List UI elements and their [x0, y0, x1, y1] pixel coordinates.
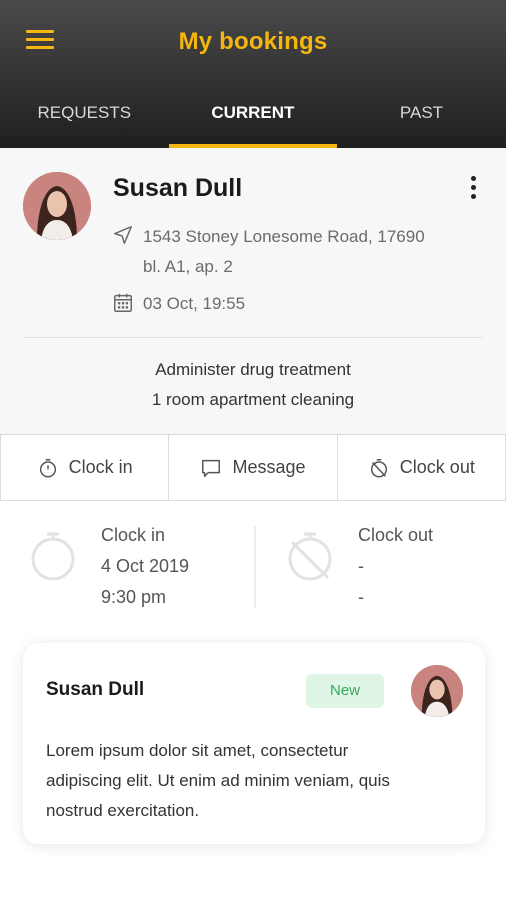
calendar-icon [114, 293, 132, 312]
stopwatch-off-icon [370, 458, 387, 477]
divider [23, 337, 483, 338]
more-options-icon[interactable] [464, 176, 482, 202]
chat-bubble-icon [202, 459, 221, 477]
client-avatar[interactable] [23, 172, 91, 240]
service-item: Administer drug treatment [155, 360, 351, 379]
clock-out-summary: Clock out - - [358, 525, 434, 607]
message-card[interactable]: Susan Dull New Lorem ipsum dolor sit ame… [23, 643, 485, 844]
service-item: 1 room apartment cleaning [151, 390, 355, 409]
booking-datetime: 03 Oct, 19:55 [143, 294, 246, 313]
divider [254, 526, 256, 608]
client-name: Susan Dull [113, 174, 243, 202]
tab-requests[interactable]: REQUESTS [0, 92, 169, 148]
message-text: Lorem ipsum dolor sit amet, consectetur … [46, 741, 390, 820]
booking-actions: Clock in Message Clock out [0, 434, 506, 501]
stopwatch-off-icon [288, 532, 332, 581]
booking-address: 1543 Stoney Lonesome Road, 17690 bl. A1,… [143, 227, 425, 276]
location-arrow-icon [114, 226, 132, 244]
clock-out-button[interactable]: Clock out [336, 435, 506, 500]
page-title: My bookings [178, 28, 328, 55]
sender-avatar[interactable] [411, 665, 463, 717]
stopwatch-icon [39, 458, 56, 477]
app-header: My bookings REQUESTS CURRENT PAST [0, 0, 506, 148]
message-sender-name: Susan Dull [46, 679, 145, 700]
status-badge: New [306, 674, 384, 708]
clock-in-button[interactable]: Clock in [0, 435, 168, 500]
booking-tabs: REQUESTS CURRENT PAST [0, 92, 506, 148]
message-button[interactable]: Message [168, 435, 336, 500]
clock-in-summary: Clock in 4 Oct 2019 9:30 pm [101, 525, 190, 607]
booking-card: Susan Dull 1543 Stoney Lonesome Road, 17… [0, 148, 506, 434]
tab-current[interactable]: CURRENT [168, 92, 338, 148]
stopwatch-icon [31, 532, 75, 581]
tab-past[interactable]: PAST [337, 92, 506, 148]
